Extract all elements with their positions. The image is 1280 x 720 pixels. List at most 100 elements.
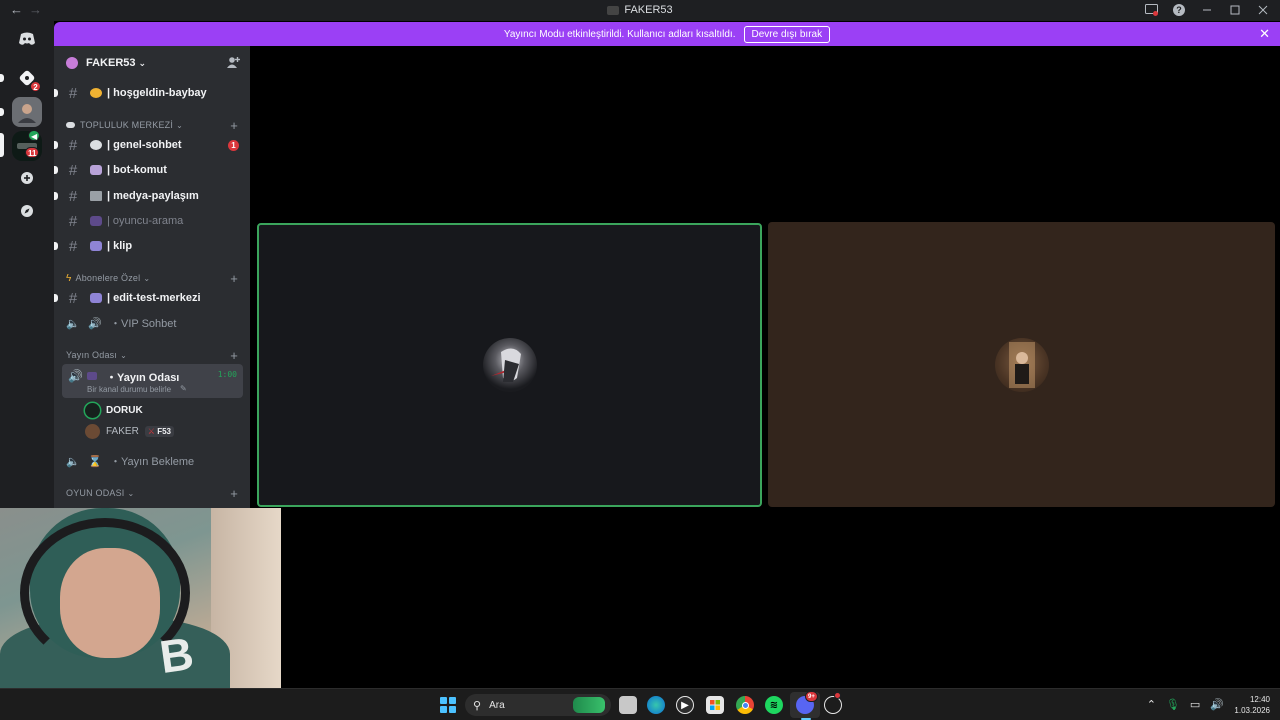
dm-badge: 2	[30, 81, 41, 92]
help-icon[interactable]: ?	[1172, 3, 1186, 17]
task-view-icon[interactable]	[619, 696, 637, 714]
channel-edit-test[interactable]: # | edit-test-merkezi	[54, 287, 243, 309]
store-icon[interactable]	[706, 696, 724, 714]
maximize-icon[interactable]	[1228, 3, 1242, 17]
direct-messages-icon[interactable]: 2	[12, 63, 42, 93]
edge-icon[interactable]	[647, 696, 665, 714]
network-icon[interactable]: ▭	[1190, 698, 1200, 711]
hourglass-icon: ⌛	[88, 455, 102, 468]
invite-people-icon[interactable]	[227, 56, 240, 71]
voice-icon: ◀	[28, 130, 41, 141]
taskbar: ⚲ Ara ▶ ≋ 9+ ⌃ 🎙 ▭ 🔊 12:40 1.03.2026	[0, 688, 1280, 720]
category-stream[interactable]: Yayın Odası ⌄ +	[66, 348, 238, 363]
unread-indicator	[54, 89, 58, 97]
wave-emoji-icon	[90, 88, 102, 98]
server-rail: 2 ◀ 11	[0, 21, 54, 508]
media-player-icon[interactable]: ▶	[676, 696, 694, 714]
channel-vip-voice[interactable]: 🔈 🔊 ・VIP Sohbet	[62, 312, 243, 334]
guild-tag: ⚔ F53	[144, 425, 174, 437]
clock-date: 1.03.2026	[1234, 706, 1270, 715]
participant-tile-faker[interactable]	[768, 222, 1275, 507]
selected-pill	[0, 133, 4, 157]
discord-window: ← → FAKER53 ? Yayıncı Modu etkinleştiril…	[0, 0, 1280, 720]
channel-stream-room[interactable]: 🔊 ・Yayın Odası Bir kanal durumu belirle …	[62, 364, 243, 398]
chrome-icon[interactable]	[736, 696, 754, 714]
close-window-icon[interactable]	[1256, 3, 1270, 17]
windows-start-icon[interactable]	[440, 697, 456, 713]
tv-icon	[87, 372, 97, 380]
participant-avatar	[994, 337, 1049, 392]
hash-icon: #	[68, 237, 78, 255]
mention-badge: 1	[228, 139, 239, 151]
speech-bubble-icon	[66, 122, 75, 128]
category-community[interactable]: TOPLULUK MERKEZİ ⌄ +	[66, 118, 238, 133]
category-game[interactable]: OYUN ODASI ⌄ +	[66, 486, 238, 501]
gamepad-icon	[90, 216, 102, 226]
category-subscribers[interactable]: ϟ Abonelere Özel ⌄ +	[66, 271, 238, 286]
add-channel-icon[interactable]: +	[230, 486, 238, 501]
notification-dot	[834, 692, 841, 699]
locked-speaker-icon: 🔈	[66, 317, 80, 330]
speech-bubble-icon	[90, 140, 102, 150]
lightning-icon: ϟ	[66, 272, 72, 284]
clock[interactable]: 12:40 1.03.2026	[1234, 694, 1270, 716]
microphone-icon[interactable]: 🎙	[1166, 698, 1180, 711]
channel-player-search[interactable]: # | oyuncu-arama	[62, 210, 243, 232]
channel-bot[interactable]: # | bot-komut	[54, 159, 243, 181]
unread-indicator	[54, 192, 58, 200]
discover-icon[interactable]	[12, 196, 42, 226]
channel-name: | bot-komut	[107, 164, 167, 176]
category-label: TOPLULUK MERKEZİ	[80, 120, 174, 130]
channel-name: ・VIP Sohbet	[110, 318, 177, 330]
title-bar: ← → FAKER53 ?	[0, 0, 1280, 21]
volume-icon[interactable]: 🔊	[1210, 698, 1224, 711]
server-header[interactable]: FAKER53 ⌄	[54, 46, 250, 80]
channel-general[interactable]: # | genel-sohbet 1	[54, 134, 243, 156]
username: DORUK	[106, 404, 143, 416]
inbox-icon[interactable]	[1144, 3, 1158, 17]
banner-close-icon[interactable]: ✕	[1259, 26, 1270, 42]
server-badge: 11	[25, 147, 40, 158]
category-label: OYUN ODASI	[66, 488, 125, 498]
taskbar-search[interactable]: ⚲ Ara	[465, 694, 611, 716]
spotify-icon[interactable]: ≋	[765, 696, 783, 714]
voice-timer: 1:00	[217, 370, 237, 379]
participant-tile-doruk[interactable]	[257, 223, 762, 507]
discord-taskbar-icon[interactable]: 9+	[796, 691, 818, 714]
channel-media[interactable]: # | medya-paylaşım	[54, 185, 243, 207]
server-faker53-icon[interactable]: ◀ 11	[12, 130, 42, 161]
minimize-icon[interactable]	[1200, 3, 1214, 17]
channel-name: | edit-test-merkezi	[107, 292, 201, 304]
banner-message: Yayıncı Modu etkinleştirildi. Kullanıcı …	[503, 28, 736, 40]
channel-stream-wait[interactable]: 🔈 ⌛ ・Yayın Bekleme	[62, 450, 243, 472]
add-channel-icon[interactable]: +	[230, 118, 238, 133]
guild-tag-text: F53	[157, 426, 171, 436]
voice-user-faker[interactable]: FAKER ⚔ F53	[85, 422, 174, 440]
speaker-active-icon: 🔊	[68, 369, 83, 383]
hash-icon: #	[68, 84, 78, 102]
discord-home-icon[interactable]	[12, 24, 42, 54]
unread-indicator	[54, 166, 58, 174]
channel-name: ・Yayın Bekleme	[110, 456, 195, 468]
chevron-up-icon[interactable]: ⌃	[1147, 698, 1156, 711]
search-placeholder: Ara	[489, 699, 505, 711]
chevron-down-icon: ⌄	[127, 488, 135, 498]
pencil-icon[interactable]: ✎	[180, 384, 187, 393]
server-avatar-1[interactable]	[12, 97, 42, 127]
add-server-icon[interactable]	[12, 163, 42, 193]
hash-icon: #	[68, 161, 78, 179]
category-label: Yayın Odası	[66, 350, 118, 360]
unread-indicator	[54, 242, 58, 250]
disable-streamer-mode-button[interactable]: Devre dışı bırak	[743, 25, 831, 43]
channel-welcome[interactable]: # | hoşgeldin-baybay	[54, 82, 243, 104]
channel-status[interactable]: Bir kanal durumu belirle	[87, 385, 171, 394]
hash-icon: #	[68, 212, 78, 230]
channel-name: | genel-sohbet	[107, 139, 182, 151]
add-channel-icon[interactable]: +	[230, 271, 238, 286]
voice-user-doruk[interactable]: DORUK	[85, 401, 143, 419]
add-channel-icon[interactable]: +	[230, 348, 238, 363]
clapper-icon	[90, 241, 102, 251]
speaker-icon: 🔈	[66, 455, 80, 468]
steam-icon[interactable]	[824, 692, 842, 714]
channel-clip[interactable]: # | klip	[54, 235, 243, 257]
